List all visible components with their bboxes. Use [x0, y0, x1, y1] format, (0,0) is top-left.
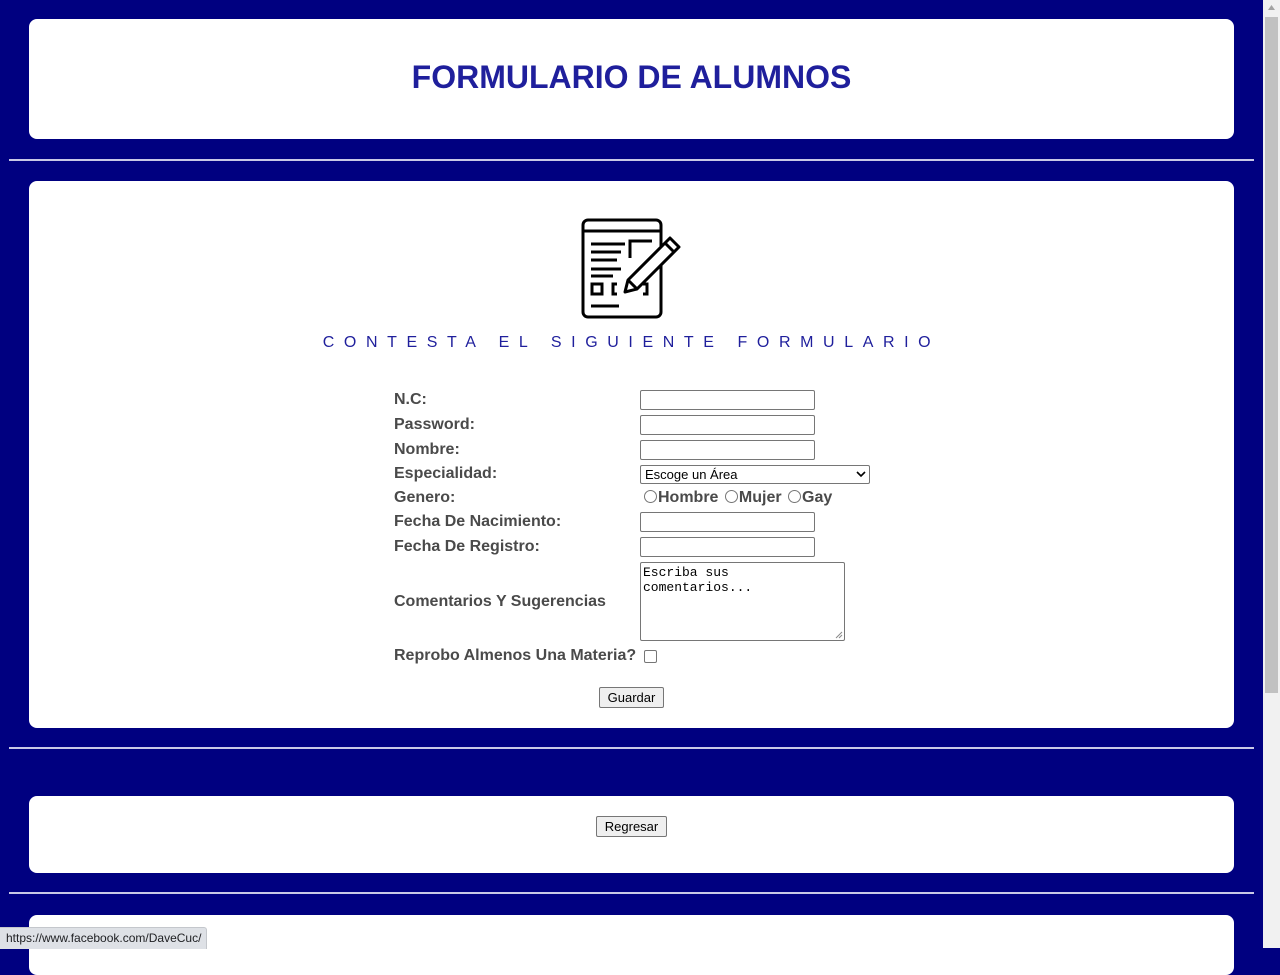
radio-button[interactable]: [644, 490, 657, 503]
especialidad-select[interactable]: Escoge un Área: [640, 465, 870, 484]
especialidad-selected-value: Escoge un Área: [645, 467, 738, 482]
scroll-thumb[interactable]: [1265, 17, 1278, 693]
genero-label: Genero:: [394, 489, 456, 506]
reprobo-checkbox[interactable]: [644, 650, 657, 663]
radio-mujer-label: Mujer: [738, 489, 782, 506]
form-card: CONTESTA EL SIGUIENTE FORMULARIO N.C: Pa…: [29, 181, 1234, 728]
divider: [9, 747, 1254, 749]
back-card: Regresar: [29, 796, 1234, 873]
genero-radio-group: Hombre Mujer Gay: [644, 489, 834, 507]
chevron-down-icon: [856, 471, 866, 478]
radio-button[interactable]: [724, 490, 738, 503]
fecha-nacimiento-label: Fecha De Nacimiento:: [394, 513, 562, 530]
radio-hombre[interactable]: Hombre: [644, 489, 718, 507]
fecha-nacimiento-input[interactable]: [640, 512, 815, 532]
password-label: Password:: [394, 416, 475, 433]
reprobo-label: Reprobo Almenos Una Materia?: [394, 647, 637, 664]
divider: [9, 159, 1254, 161]
comentarios-text: Escriba sus comentarios...: [643, 565, 753, 595]
nc-label: N.C:: [394, 391, 427, 408]
resize-grip-icon[interactable]: [835, 631, 843, 639]
vertical-scrollbar[interactable]: [1263, 0, 1280, 948]
scroll-up-arrow-icon[interactable]: [1268, 5, 1275, 10]
nc-input[interactable]: [640, 390, 815, 410]
status-bar-url: https://www.facebook.com/DaveCuc/: [0, 927, 208, 949]
divider: [9, 892, 1254, 894]
page-title: FORMULARIO DE ALUMNOS: [411, 59, 852, 95]
password-input[interactable]: [640, 415, 815, 435]
comentarios-textarea[interactable]: Escriba sus comentarios...: [640, 562, 845, 641]
fecha-registro-input[interactable]: [640, 537, 815, 557]
radio-gay[interactable]: Gay: [788, 489, 832, 507]
save-button[interactable]: Guardar: [599, 687, 664, 708]
nombre-label: Nombre:: [394, 441, 460, 458]
form-subtitle: CONTESTA EL SIGUIENTE FORMULARIO: [322, 334, 941, 351]
footer-card: [29, 915, 1234, 975]
radio-gay-label: Gay: [802, 489, 833, 506]
back-button[interactable]: Regresar: [596, 816, 667, 837]
radio-hombre-label: Hombre: [658, 489, 719, 506]
especialidad-label: Especialidad:: [394, 465, 498, 482]
radio-button[interactable]: [788, 490, 802, 503]
comentarios-label: Comentarios Y Sugerencias: [394, 593, 606, 610]
header-card: FORMULARIO DE ALUMNOS: [29, 19, 1234, 139]
fecha-registro-label: Fecha De Registro:: [394, 538, 540, 555]
page: FORMULARIO DE ALUMNOS CONTESTA EL SIGUIE…: [0, 0, 1263, 975]
radio-mujer[interactable]: Mujer: [724, 489, 782, 507]
nombre-input[interactable]: [640, 440, 815, 460]
form-with-pencil-icon: [581, 218, 681, 319]
